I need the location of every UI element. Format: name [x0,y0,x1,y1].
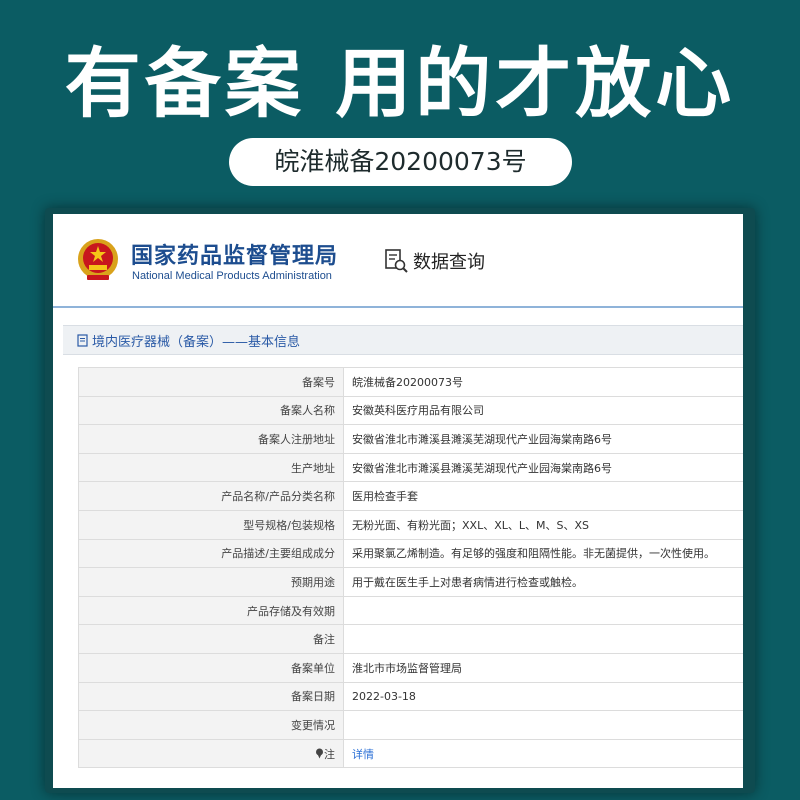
details-link[interactable]: 详情 [352,748,374,761]
row-label: 产品描述/主要组成成分 [78,538,344,569]
row-label: 产品名称/产品分类名称 [78,481,344,511]
table-row: 产品名称/产品分类名称 医用检查手套 [78,481,743,511]
org-name-cn: 国家药品监督管理局 [131,244,339,269]
row-label: 备案人注册地址 [78,424,344,454]
row-label: 产品存储及有效期 [78,595,344,626]
row-label: 备注 [78,624,344,654]
row-label: 生产地址 [78,452,344,483]
note-label: 注 [324,747,335,761]
row-value: 用于戴在医生手上对患者病情进行检查或触检。 [343,567,743,597]
row-label: 型号规格/包装规格 [78,509,344,540]
registration-badge: 皖淮械备20200073号 [229,138,572,186]
national-emblem-icon [78,239,118,280]
row-label: 预期用途 [78,567,344,597]
document-search-icon [385,249,408,273]
data-query-label: 数据查询 [413,252,485,273]
table-row: 预期用途 用于戴在医生手上对患者病情进行检查或触检。 [78,567,743,597]
row-value: 医用检查手套 [343,481,743,511]
table-row: 变更情况 [78,710,743,740]
row-value [343,710,743,740]
table-row: 备案单位 淮北市市场监督管理局 [78,652,743,683]
row-value: 无粉光面、有粉光面；XXL、XL、L、M、S、XS [343,509,743,540]
row-label: 备案人名称 [78,395,344,426]
pin-icon [316,748,323,759]
row-value: 淮北市市场监督管理局 [343,652,743,683]
row-label: 备案单位 [78,652,344,683]
row-label: 变更情况 [78,710,344,740]
row-label: 备案号 [78,367,344,397]
row-value: 2022-03-18 [343,681,743,712]
table-row: 注 详情 [78,738,743,769]
table-row: 备案日期 2022-03-18 [78,681,743,712]
section-header: 境内医疗器械（备案）——基本信息 [63,325,743,355]
row-value: 安徽英科医疗用品有限公司 [343,395,743,426]
row-value [343,624,743,654]
table-row: 型号规格/包装规格 无粉光面、有粉光面；XXL、XL、L、M、S、XS [78,509,743,540]
row-value: 安徽省淮北市濉溪县濉溪芜湖现代产业园海棠南路6号 [343,424,743,454]
row-value: 皖淮械备20200073号 [343,367,743,397]
row-value [343,595,743,626]
table-row: 备案号 皖淮械备20200073号 [78,367,743,397]
row-value: 采用聚氯乙烯制造。有足够的强度和阻隔性能。非无菌提供，一次性使用。 [343,538,743,569]
nmpa-webpage: 国家药品监督管理局 National Medical Products Admi… [53,214,743,788]
record-table: 备案号 皖淮械备20200073号 备案人名称 安徽英科医疗用品有限公司 备案人注册… [78,367,743,769]
row-label: 备案日期 [78,681,344,712]
table-row: 产品存储及有效期 [78,595,743,626]
table-row: 备案人名称 安徽英科医疗用品有限公司 [78,395,743,426]
row-value: 安徽省淮北市濉溪县濉溪芜湖现代产业园海棠南路6号 [343,452,743,483]
headline: 有备案 用的才放心 [64,39,736,128]
table-row: 生产地址 安徽省淮北市濉溪县濉溪芜湖现代产业园海棠南路6号 [78,452,743,483]
site-header: 国家药品监督管理局 National Medical Products Admi… [53,214,743,308]
document-icon [77,333,88,347]
org-name-en: National Medical Products Administration [132,270,332,282]
note-label-cell: 注 [78,738,344,769]
section-title: 境内医疗器械（备案）——基本信息 [92,334,301,350]
table-row: 产品描述/主要组成成分 采用聚氯乙烯制造。有足够的强度和阻隔性能。非无菌提供，一次… [78,538,743,569]
table-row: 备注 [78,624,743,654]
data-query-link[interactable]: 数据查询 [383,248,485,274]
table-row: 备案人注册地址 安徽省淮北市濉溪县濉溪芜湖现代产业园海棠南路6号 [78,424,743,454]
